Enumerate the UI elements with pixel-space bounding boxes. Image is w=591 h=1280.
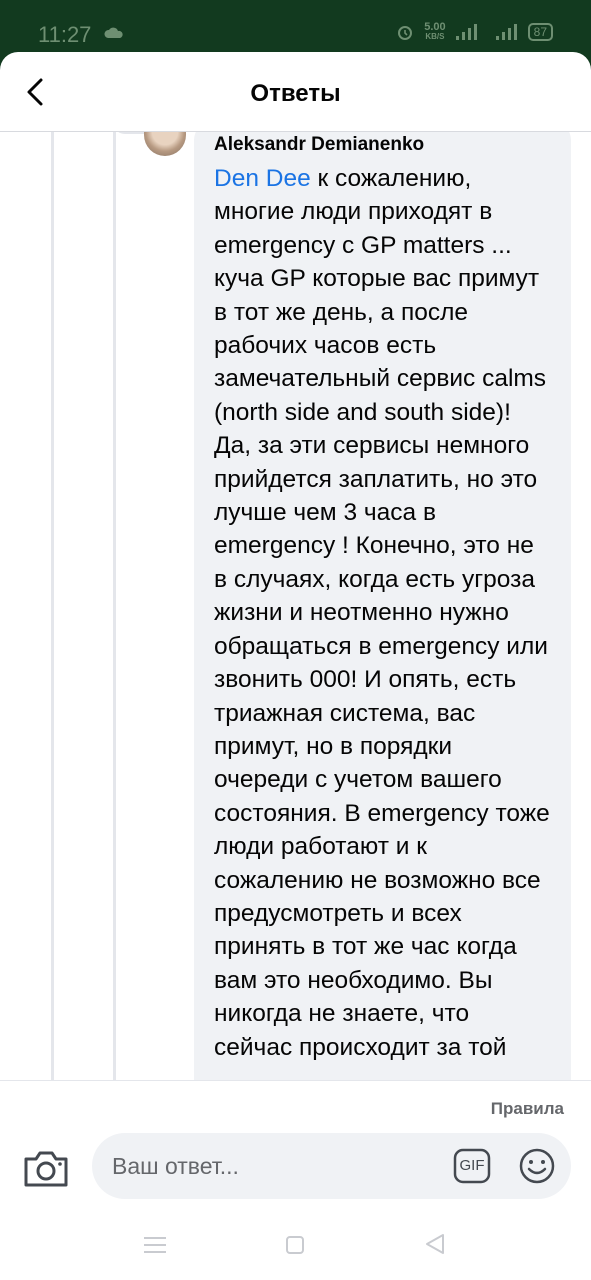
nav-home-icon[interactable] <box>286 1236 304 1254</box>
mention-link[interactable]: Den Dee <box>214 165 311 192</box>
page-title: Ответы <box>250 80 341 107</box>
signal-4g-icon <box>495 24 517 40</box>
nav-back-icon[interactable] <box>424 1233 446 1255</box>
gif-icon[interactable]: GIF <box>452 1147 492 1185</box>
nav-menu-icon[interactable] <box>144 1236 166 1254</box>
comment-body: к сожалению, многие люди приходят в emer… <box>214 165 550 1061</box>
comment-text: Den Dee к сожалению, многие люди приходя… <box>214 162 551 1064</box>
rules-link[interactable]: Правила <box>491 1099 564 1119</box>
reply-input[interactable] <box>112 1133 432 1199</box>
avatar[interactable] <box>144 132 186 156</box>
net-speed-unit: KB/S <box>425 32 445 41</box>
thread-line <box>51 132 54 1080</box>
comment-author[interactable]: Aleksandr Demianenko <box>214 134 551 156</box>
page: 11:27 5.00 KB/S 87 Ответы Aleksandr Demi… <box>0 0 591 1280</box>
signal-icon <box>455 24 477 40</box>
net-speed: 5.00 KB/S <box>424 22 445 42</box>
emoji-icon[interactable] <box>518 1147 556 1185</box>
thread-line <box>113 132 116 1080</box>
battery-indicator: 87 <box>527 23 553 41</box>
header: Ответы <box>0 52 591 132</box>
status-time: 11:27 <box>38 22 92 47</box>
net-speed-value: 5.00 <box>424 21 446 33</box>
comment-bubble[interactable]: Aleksandr Demianenko Den Dee к сожалению… <box>194 132 571 1080</box>
thread-connector <box>113 132 147 134</box>
gif-label: GIF <box>459 1157 485 1174</box>
cloud-icon <box>104 27 123 38</box>
status-icons: 5.00 KB/S 87 <box>396 22 553 42</box>
camera-icon[interactable] <box>22 1147 70 1189</box>
replies-thread[interactable]: Aleksandr Demianenko Den Dee к сожалению… <box>0 132 591 1080</box>
reply-composer[interactable]: GIF <box>92 1133 571 1199</box>
alarm-icon <box>398 26 413 40</box>
